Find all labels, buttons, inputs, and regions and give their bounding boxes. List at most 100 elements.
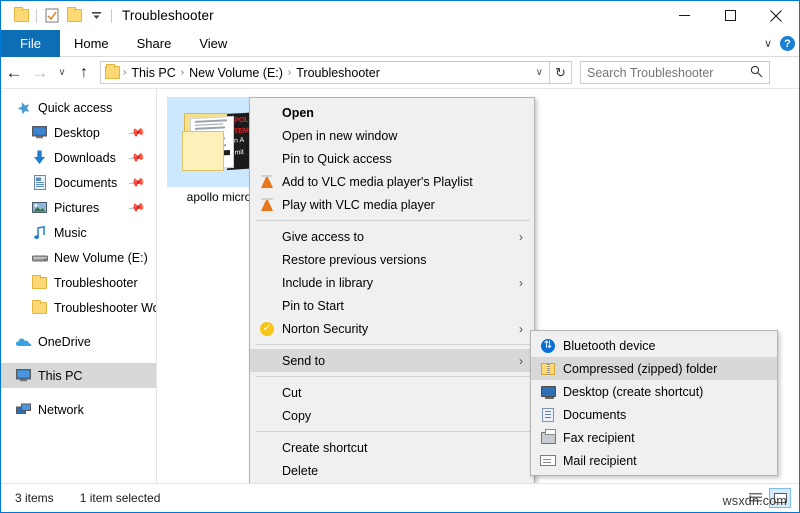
quick-access-toolbar bbox=[1, 5, 116, 27]
sidebar-item-music[interactable]: Music bbox=[1, 220, 156, 245]
sidebar-item-label: Troubleshooter Wor bbox=[54, 301, 157, 315]
sidebar-item-onedrive[interactable]: OneDrive bbox=[1, 329, 156, 354]
menu-item-label: Add to VLC media player's Playlist bbox=[282, 175, 473, 189]
forward-button[interactable]: → bbox=[27, 60, 53, 86]
menu-item-label: Copy bbox=[258, 409, 311, 423]
folder-icon[interactable] bbox=[10, 5, 32, 27]
pin-icon: 📌 bbox=[128, 148, 147, 167]
submenu-item-mail-recipient[interactable]: Mail recipient bbox=[531, 449, 777, 472]
address-dropdown-icon[interactable]: ∨ bbox=[530, 67, 549, 78]
sidebar-item-desktop[interactable]: Desktop 📌 bbox=[1, 120, 156, 145]
menu-item-label: Restore previous versions bbox=[258, 253, 427, 267]
folder-icon bbox=[31, 275, 48, 291]
menu-item-send-to[interactable]: Send to › bbox=[250, 349, 534, 372]
tab-view[interactable]: View bbox=[185, 30, 241, 57]
menu-item-add-to-vlc-playlist[interactable]: Add to VLC media player's Playlist bbox=[250, 170, 534, 193]
menu-item-norton-security[interactable]: ✓ Norton Security › bbox=[250, 317, 534, 340]
tab-home[interactable]: Home bbox=[60, 30, 123, 57]
documents-icon bbox=[31, 175, 48, 191]
sidebar-item-documents[interactable]: Documents 📌 bbox=[1, 170, 156, 195]
vlc-icon bbox=[258, 196, 276, 214]
menu-item-cut[interactable]: Cut bbox=[250, 381, 534, 404]
tab-share[interactable]: Share bbox=[123, 30, 186, 57]
sidebar-item-new-volume[interactable]: New Volume (E:) bbox=[1, 245, 156, 270]
nav-spacer bbox=[1, 320, 156, 329]
submenu-item-compressed-zipped-folder[interactable]: Compressed (zipped) folder bbox=[531, 357, 777, 380]
menu-item-include-in-library[interactable]: Include in library › bbox=[250, 271, 534, 294]
breadcrumb-this-pc[interactable]: This PC bbox=[127, 66, 179, 80]
sidebar-item-this-pc[interactable]: This PC bbox=[1, 363, 156, 388]
refresh-button[interactable]: ↻ bbox=[550, 61, 572, 84]
menu-item-label: Pin to Start bbox=[258, 299, 344, 313]
sidebar-item-quick-access[interactable]: Quick access bbox=[1, 95, 156, 120]
submenu-item-desktop-create-shortcut[interactable]: Desktop (create shortcut) bbox=[531, 380, 777, 403]
desktop-icon bbox=[31, 125, 48, 141]
customize-chevron-icon[interactable] bbox=[85, 5, 107, 27]
pin-icon: 📌 bbox=[128, 123, 147, 142]
menu-item-give-access-to[interactable]: Give access to › bbox=[250, 225, 534, 248]
breadcrumb-troubleshooter[interactable]: Troubleshooter bbox=[292, 66, 384, 80]
send-to-submenu[interactable]: ⇅ Bluetooth device Compressed (zipped) f… bbox=[530, 330, 778, 476]
menu-item-delete[interactable]: Delete bbox=[250, 459, 534, 482]
menu-item-label: Give access to bbox=[258, 230, 364, 244]
pin-icon: 📌 bbox=[128, 198, 147, 217]
chevron-down-icon[interactable]: ∨ bbox=[764, 37, 772, 50]
menu-item-play-with-vlc[interactable]: Play with VLC media player bbox=[250, 193, 534, 216]
submenu-item-label: Compressed (zipped) folder bbox=[563, 362, 717, 376]
search-input[interactable] bbox=[587, 66, 750, 80]
title-bar: Troubleshooter bbox=[1, 1, 799, 30]
item-count-text: 3 items bbox=[15, 491, 54, 505]
mail-icon bbox=[539, 452, 557, 470]
ribbon-right-controls: ∨ ? bbox=[764, 30, 795, 57]
search-box[interactable] bbox=[580, 61, 770, 84]
menu-separator bbox=[256, 376, 530, 377]
desktop-icon bbox=[539, 383, 557, 401]
chevron-right-icon: › bbox=[519, 322, 523, 336]
sidebar-item-network[interactable]: Network bbox=[1, 397, 156, 422]
new-folder-icon[interactable] bbox=[63, 5, 85, 27]
up-button[interactable]: ↑ bbox=[71, 60, 97, 86]
window-title: Troubleshooter bbox=[122, 8, 214, 23]
menu-item-open-in-new-window[interactable]: Open in new window bbox=[250, 124, 534, 147]
menu-item-label: Pin to Quick access bbox=[258, 152, 392, 166]
navigation-pane[interactable]: Quick access Desktop 📌 bbox=[1, 89, 157, 483]
sidebar-item-label: Desktop bbox=[54, 126, 100, 140]
menu-item-label: Send to bbox=[258, 354, 325, 368]
minimize-button[interactable] bbox=[661, 1, 707, 30]
menu-item-pin-to-quick-access[interactable]: Pin to Quick access bbox=[250, 147, 534, 170]
chevron-right-icon: › bbox=[519, 354, 523, 368]
sidebar-item-troubleshooter[interactable]: Troubleshooter bbox=[1, 270, 156, 295]
close-button[interactable] bbox=[753, 1, 799, 30]
address-bar[interactable]: › This PC › New Volume (E:) › Troublesho… bbox=[100, 61, 550, 84]
sidebar-item-pictures[interactable]: Pictures 📌 bbox=[1, 195, 156, 220]
context-menu[interactable]: Open Open in new window Pin to Quick acc… bbox=[249, 97, 535, 513]
menu-item-pin-to-start[interactable]: Pin to Start bbox=[250, 294, 534, 317]
back-button[interactable]: ← bbox=[1, 60, 27, 86]
search-icon[interactable] bbox=[750, 65, 763, 81]
submenu-item-bluetooth-device[interactable]: ⇅ Bluetooth device bbox=[531, 334, 777, 357]
menu-item-label: Include in library bbox=[258, 276, 373, 290]
menu-item-create-shortcut[interactable]: Create shortcut bbox=[250, 436, 534, 459]
documents-icon bbox=[539, 406, 557, 424]
toolbar-divider bbox=[36, 9, 37, 23]
properties-icon[interactable] bbox=[41, 5, 63, 27]
sidebar-item-troubleshooter-wor[interactable]: Troubleshooter Wor bbox=[1, 295, 156, 320]
recent-locations-button[interactable]: ∨ bbox=[53, 60, 71, 86]
sidebar-item-label: Network bbox=[38, 403, 84, 417]
ribbon-tabs: File Home Share View ∨ ? bbox=[1, 30, 799, 57]
menu-item-label: Open bbox=[258, 106, 314, 120]
submenu-item-label: Desktop (create shortcut) bbox=[563, 385, 703, 399]
menu-item-copy[interactable]: Copy bbox=[250, 404, 534, 427]
tab-file[interactable]: File bbox=[1, 30, 60, 57]
breadcrumb-new-volume[interactable]: New Volume (E:) bbox=[185, 66, 287, 80]
help-icon[interactable]: ? bbox=[780, 36, 795, 51]
sidebar-item-downloads[interactable]: Downloads 📌 bbox=[1, 145, 156, 170]
menu-item-restore-previous-versions[interactable]: Restore previous versions bbox=[250, 248, 534, 271]
onedrive-icon bbox=[15, 334, 32, 350]
caption-buttons bbox=[661, 1, 799, 30]
submenu-item-fax-recipient[interactable]: Fax recipient bbox=[531, 426, 777, 449]
sidebar-item-label: Quick access bbox=[38, 101, 112, 115]
submenu-item-documents[interactable]: Documents bbox=[531, 403, 777, 426]
maximize-button[interactable] bbox=[707, 1, 753, 30]
menu-item-open[interactable]: Open bbox=[250, 101, 534, 124]
